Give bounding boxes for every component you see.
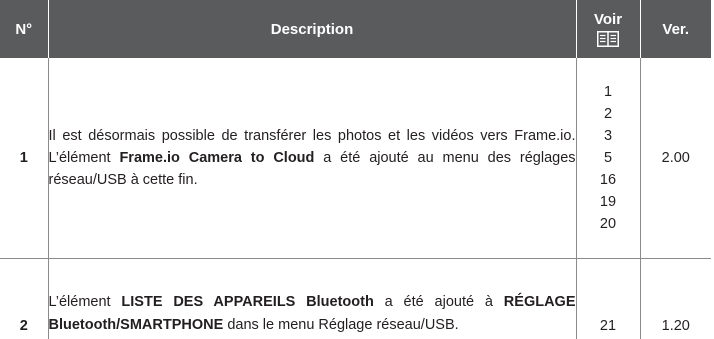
row-number: 2 <box>19 318 28 334</box>
page-ref-link[interactable]: 1 <box>577 81 640 103</box>
header-voir: Voir <box>575 0 640 58</box>
header-description: Description <box>47 0 576 58</box>
page-ref-link[interactable]: 20 <box>577 213 640 235</box>
row-version: 2.00 <box>639 58 711 259</box>
page-ref-link[interactable]: 5 <box>577 147 640 169</box>
header-num: N° <box>0 0 48 58</box>
page-ref-link[interactable]: 3 <box>577 125 640 147</box>
page-ref-link[interactable]: 19 <box>577 191 640 213</box>
header-voir-label: Voir <box>593 11 623 28</box>
header-ver: Ver. <box>639 0 711 58</box>
header-row: N° Description Voir Ver. <box>0 0 711 58</box>
desc-text: L’élément <box>48 294 122 310</box>
desc-text: dans le menu Réglage réseau/USB. <box>223 317 459 333</box>
row-version: 1.20 <box>639 258 711 339</box>
desc-bold: LISTE DES APPAREILS Bluetooth <box>121 294 374 310</box>
desc-text: a été ajouté à <box>373 294 504 310</box>
page-ref-link[interactable]: 21 <box>577 315 640 337</box>
row-description: Il est désormais possible de transférer … <box>47 58 576 259</box>
table-row: 1 Il est désormais possible de transfére… <box>0 58 711 259</box>
row-page-refs: 1 2 3 5 16 19 20 <box>575 58 640 259</box>
book-icon <box>597 31 619 47</box>
row-page-refs: 21 <box>575 258 640 339</box>
changes-table: N° Description Voir Ver. 1 Il est désorm… <box>0 0 711 339</box>
table-row: 2 L’élément LISTE DES APPAREILS Bluetoot… <box>0 258 711 339</box>
row-number: 1 <box>0 58 48 259</box>
row-description: L’élément LISTE DES APPAREILS Bluetooth … <box>47 258 576 339</box>
page-ref-link[interactable]: 16 <box>577 169 640 191</box>
page-ref-link[interactable]: 2 <box>577 103 640 125</box>
desc-bold: Frame.io Camera to Cloud <box>119 150 315 166</box>
